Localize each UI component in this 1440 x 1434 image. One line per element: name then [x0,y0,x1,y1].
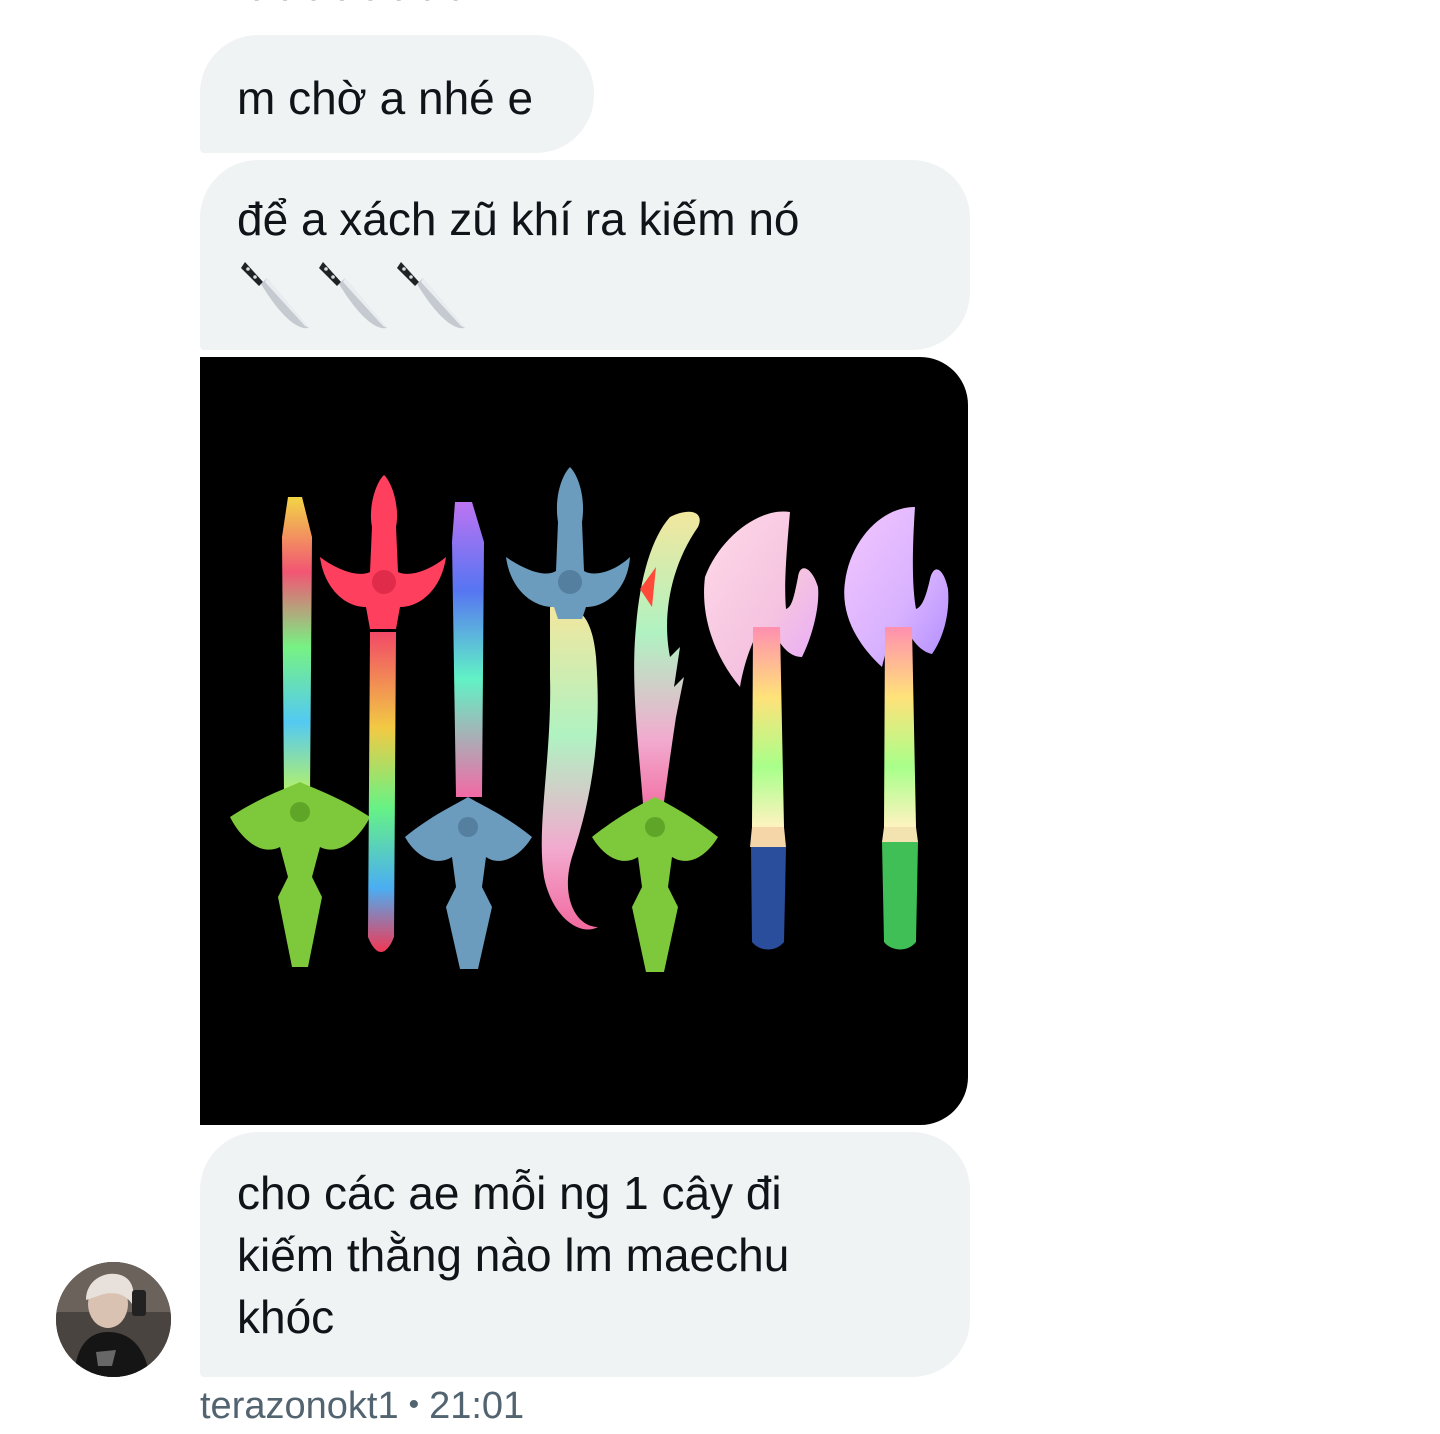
toy-weapons-photo [230,467,949,972]
kitchen-knife-icon [397,262,465,329]
kitchen-knife-icon [241,262,309,329]
message-text: m chờ a nhé e [237,72,534,124]
message-bubble[interactable]: cho các ae mỗi ng 1 cây đi kiếm thằng nà… [200,1132,970,1377]
emoji-row [237,256,934,334]
avatar[interactable] [56,1262,171,1377]
message-time: 21:01 [429,1385,525,1427]
message-text: để a xách zũ khí ra kiếm nó [237,193,800,245]
kitchen-knife-icon [319,262,387,329]
message-meta: terazonokt1 • 21:01 [200,1380,524,1431]
message-text: cho các ae mỗi ng 1 cây đi kiếm thằng nà… [237,1167,790,1343]
sender-username[interactable]: terazonokt1 [200,1385,399,1427]
avatar-photo [56,1262,171,1377]
message-bubble[interactable]: m chờ a nhé e [200,35,594,153]
message-image[interactable] [200,357,968,1125]
meta-separator: • [408,1388,420,1421]
message-bubble[interactable]: để a xách zũ khí ra kiếm nó [200,160,970,350]
previous-message-fragment: · · · · · · · · [250,0,550,6]
